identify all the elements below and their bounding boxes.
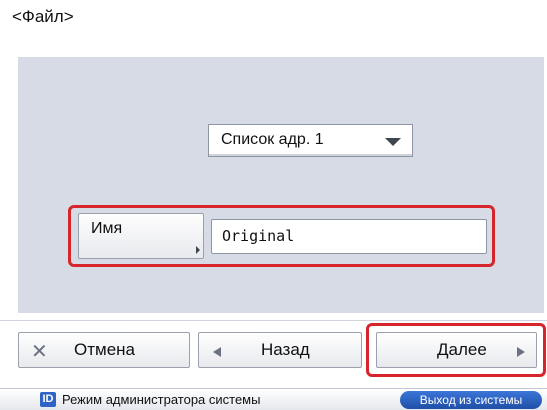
content-panel — [18, 57, 544, 313]
close-x-icon: ✕ — [31, 341, 48, 363]
address-book-selected-value: Список адр. 1 — [221, 131, 324, 148]
status-bar: ID Режим администратора системы Выход из… — [0, 388, 547, 410]
triangle-left-icon — [213, 347, 221, 357]
next-button[interactable]: Далее — [376, 332, 537, 368]
back-button-label: Назад — [261, 340, 310, 359]
id-badge-icon: ID — [40, 392, 56, 407]
name-input[interactable]: Original — [211, 219, 487, 254]
dropdown-arrow-icon — [385, 138, 401, 146]
next-button-label: Далее — [437, 340, 487, 359]
cancel-button-label: Отмена — [74, 340, 135, 359]
triangle-right-icon — [517, 347, 525, 357]
name-input-value: Original — [222, 227, 295, 245]
page-title: <Файл> — [12, 7, 74, 26]
logout-button[interactable]: Выход из системы — [400, 391, 542, 409]
address-book-select[interactable]: Список адр. 1 — [208, 124, 413, 157]
back-button[interactable]: Назад — [198, 332, 362, 368]
footer-divider — [0, 320, 547, 321]
name-key-button[interactable]: Имя — [78, 213, 204, 259]
name-key-label: Имя — [91, 220, 123, 237]
cancel-button[interactable]: ✕ Отмена — [18, 332, 190, 368]
admin-mode-text: Режим администратора системы — [62, 392, 261, 407]
corner-triangle-icon — [196, 246, 200, 254]
